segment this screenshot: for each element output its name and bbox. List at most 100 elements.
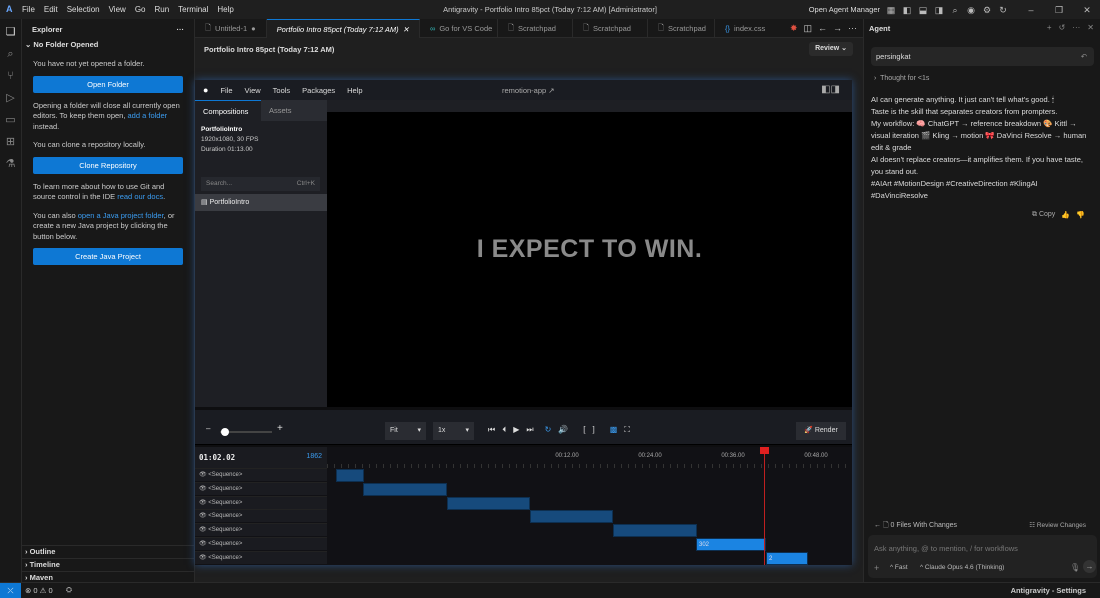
add-context-icon[interactable]: + xyxy=(874,563,879,573)
tab-scratchpad[interactable]: 🗋 Scratchpad xyxy=(648,19,715,38)
sequence-bar[interactable] xyxy=(363,482,447,496)
close-panel-icon[interactable]: ✕ xyxy=(1087,23,1094,32)
bug-icon[interactable]: ✸ xyxy=(790,23,798,34)
fit-select[interactable]: Fit ▾ xyxy=(385,422,426,440)
forward-icon[interactable]: → xyxy=(833,23,842,33)
menu-file[interactable]: File xyxy=(220,86,232,95)
toggle-panel-icon[interactable]: ⬓ xyxy=(918,5,928,15)
review-changes-button[interactable]: ☷ Review Changes xyxy=(1029,521,1086,529)
ports-icon[interactable]: ⛭ xyxy=(66,585,72,595)
layout-icon[interactable]: ▦ xyxy=(886,5,896,15)
more-icon[interactable]: ··· xyxy=(848,23,857,33)
close-tab-icon[interactable]: ✕ xyxy=(403,25,409,34)
track-row[interactable]: 👁 <Sequence> xyxy=(195,509,327,523)
visibility-eye-icon[interactable]: 👁 xyxy=(199,527,207,533)
clone-repository-button[interactable]: Clone Repository xyxy=(33,156,183,174)
settings-status[interactable]: Antigravity - Settings xyxy=(1011,586,1086,595)
zoom-slider-thumb[interactable] xyxy=(221,428,230,436)
jump-start-icon[interactable]: ⏮ xyxy=(488,425,495,435)
composition-item[interactable]: ▤ PortfolioIntro xyxy=(195,194,327,211)
visibility-eye-icon[interactable]: 👁 xyxy=(199,500,207,506)
track-row[interactable]: 👁 <Sequence> xyxy=(195,550,327,564)
in-point-icon[interactable]: [ xyxy=(583,425,585,435)
sequence-bar[interactable]: 2 xyxy=(766,551,808,565)
step-back-icon[interactable]: ⏴ xyxy=(502,425,506,435)
sequence-bar[interactable] xyxy=(613,524,697,538)
menu-terminal[interactable]: Terminal xyxy=(178,5,208,14)
tab-assets[interactable]: Assets xyxy=(261,100,327,121)
remote-icon[interactable]: ⤫ xyxy=(0,583,21,598)
menu-view[interactable]: View xyxy=(245,86,261,95)
speed-select[interactable]: 1x ▾ xyxy=(433,422,474,440)
search-input[interactable]: Search... Ctrl+K xyxy=(201,177,320,191)
menu-help[interactable]: Help xyxy=(217,5,233,14)
open-java-project-link[interactable]: open a Java project folder xyxy=(78,211,164,220)
visibility-eye-icon[interactable]: 👁 xyxy=(199,541,207,547)
visibility-eye-icon[interactable]: 👁 xyxy=(199,555,207,561)
timeline-section[interactable]: › Timeline xyxy=(22,558,195,571)
menu-view[interactable]: View xyxy=(109,5,126,14)
sequence-bar[interactable] xyxy=(530,510,613,524)
tab-scratchpad[interactable]: 🗋 Scratchpad xyxy=(498,19,573,38)
track-row[interactable]: 👁 <Sequence> xyxy=(195,495,327,509)
more-icon[interactable]: ··· xyxy=(1072,23,1080,32)
playhead-handle[interactable] xyxy=(760,447,769,454)
tab-compositions[interactable]: Compositions xyxy=(195,100,261,121)
visibility-eye-icon[interactable]: 👁 xyxy=(199,513,207,519)
source-control-icon[interactable]: ⑂ xyxy=(4,71,18,85)
track-row[interactable]: 👁 <Sequence> xyxy=(195,468,327,481)
copy-button[interactable]: ⧉ Copy xyxy=(1032,211,1055,219)
review-button[interactable]: Review ⌄ xyxy=(809,42,853,56)
sequence-bar[interactable] xyxy=(336,469,364,482)
account-icon[interactable]: ◉ xyxy=(966,5,976,15)
read-docs-link[interactable]: read our docs xyxy=(117,192,163,201)
send-icon[interactable]: → xyxy=(1083,560,1096,573)
thumbs-down-icon[interactable]: 👎 xyxy=(1076,211,1085,219)
toggle-sidebar-icon[interactable]: ◧ xyxy=(902,5,912,15)
checkerboard-icon[interactable]: ▩ xyxy=(610,425,618,435)
mode-select[interactable]: ^ Fast xyxy=(890,564,908,571)
track-row[interactable]: 👁 <Sequence> xyxy=(195,523,327,537)
tab-untitled[interactable]: 🗋 Untitled-1 ● xyxy=(195,19,267,38)
playhead[interactable] xyxy=(760,447,769,565)
layout-toggle-icons[interactable]: ◧◨ xyxy=(821,84,840,95)
history-icon[interactable]: ↺ xyxy=(1059,23,1066,32)
zoom-out-icon[interactable]: – xyxy=(206,424,210,433)
zoom-slider[interactable] xyxy=(220,428,272,436)
volume-icon[interactable]: 🔊 xyxy=(558,425,568,435)
more-actions-icon[interactable]: ··· xyxy=(177,25,185,34)
tab-scratchpad[interactable]: 🗋 Scratchpad xyxy=(573,19,648,38)
back-icon[interactable]: ← xyxy=(818,23,827,33)
new-chat-icon[interactable]: + xyxy=(1047,23,1052,32)
track-row[interactable]: 👁 <Sequence> xyxy=(195,481,327,495)
add-folder-link[interactable]: add a folder xyxy=(128,111,168,120)
microphone-icon[interactable]: 🎙 xyxy=(1070,563,1080,572)
menu-help[interactable]: Help xyxy=(347,86,362,95)
problems-indicator[interactable]: ⊗ 0 ⚠ 0 xyxy=(25,586,53,595)
outline-section[interactable]: › Outline xyxy=(22,545,195,558)
loop-icon[interactable]: ↻ xyxy=(545,425,552,435)
menu-packages[interactable]: Packages xyxy=(302,86,335,95)
model-select[interactable]: ^ Claude Opus 4.6 (Thinking) xyxy=(920,564,1004,571)
menu-go[interactable]: Go xyxy=(135,5,146,14)
open-agent-manager[interactable]: Open Agent Manager xyxy=(809,5,880,14)
files-changed[interactable]: ← 🗋 0 Files With Changes xyxy=(874,521,957,532)
chat-input[interactable]: Ask anything, @ to mention, / for workfl… xyxy=(868,535,1097,578)
minimize-icon[interactable]: – xyxy=(1026,5,1036,15)
search-icon[interactable]: ⌕ xyxy=(950,5,960,15)
timeline-ruler[interactable]: 00:12.0000:24.0000:36.0000:48.0001:00.00… xyxy=(327,447,986,468)
thought-toggle[interactable]: › Thought for <1s xyxy=(874,75,929,82)
render-button[interactable]: 🚀 Render xyxy=(796,422,846,440)
create-java-project-button[interactable]: Create Java Project xyxy=(33,248,183,265)
split-editor-icon[interactable]: ◫ xyxy=(803,23,812,34)
open-folder-button[interactable]: Open Folder xyxy=(33,75,183,93)
menu-run[interactable]: Run xyxy=(154,5,169,14)
search-icon[interactable]: ⌕ xyxy=(4,49,18,63)
close-icon[interactable]: ✕ xyxy=(1082,5,1092,15)
track-row[interactable]: 👁 <Sequence> xyxy=(195,537,327,550)
sequence-bar[interactable]: 302 xyxy=(696,538,766,551)
maximize-icon[interactable]: ❐ xyxy=(1054,5,1064,15)
fullscreen-icon[interactable]: ⛶ xyxy=(624,425,630,435)
menu-file[interactable]: File xyxy=(22,5,35,14)
sequence-bar[interactable] xyxy=(447,496,530,510)
